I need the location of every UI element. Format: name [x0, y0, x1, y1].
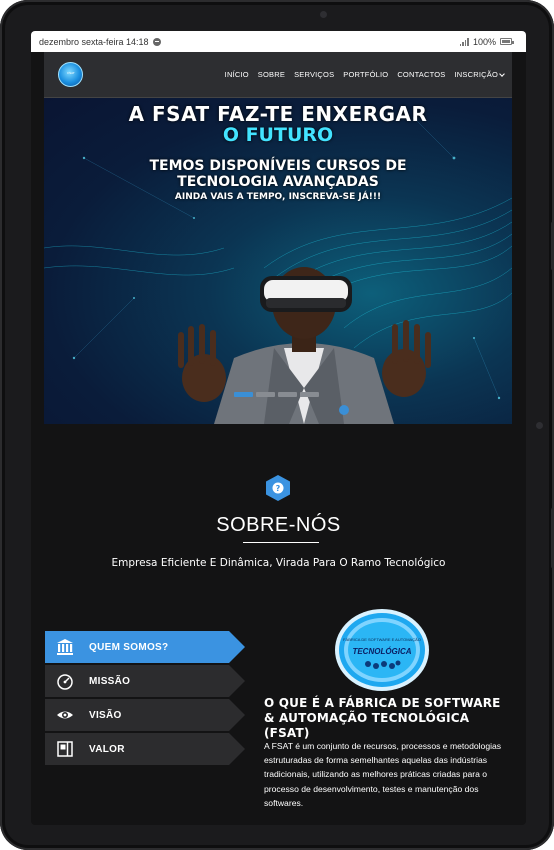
vr-person-image	[178, 267, 431, 424]
carousel-dot-4[interactable]	[300, 392, 319, 397]
hero-subtitle-line2: TECNOLOGIA AVANÇADAS	[177, 174, 379, 190]
layout-icon	[55, 739, 75, 759]
nav-inicio[interactable]: INÍCIO	[225, 70, 249, 79]
tab-visao[interactable]: VISÃO	[45, 699, 245, 731]
svg-text:?: ?	[276, 484, 281, 493]
nav-inscricao[interactable]: INSCRIÇÃO	[454, 70, 505, 79]
question-icon: ?	[266, 475, 290, 501]
tablet-frame: dezembro sexta-feira 14:18 100% FSAT INÍ…	[0, 0, 554, 850]
about-title: SOBRE-NÓS	[216, 514, 341, 536]
tab-valor[interactable]: VALOR	[45, 733, 245, 765]
scroll-top-icon[interactable]	[338, 404, 350, 416]
about-subtitle: Empresa Eficiente E Dinâmica, Virada Par…	[111, 557, 446, 569]
hero-subtitle: TEMOS DISPONÍVEIS CURSOS DE TECNOLOGIA A…	[44, 158, 512, 190]
chevron-down-icon	[499, 70, 505, 77]
battery-percent: 100%	[472, 36, 496, 47]
hero-subtitle-line1: TEMOS DISPONÍVEIS CURSOS DE	[149, 158, 407, 174]
hero-cta-text: AINDA VAIS A TEMPO, INSCREVA-SE JÁ!!!	[174, 192, 382, 202]
carousel-dot-2[interactable]	[256, 392, 275, 397]
main-nav: INÍCIO SOBRE SERVIÇOS PORTFÓLIO CONTACTO…	[225, 70, 505, 79]
notification-icon	[152, 37, 161, 46]
site-header: FSAT INÍCIO SOBRE SERVIÇOS PORTFÓLIO CON…	[44, 52, 512, 98]
eye-icon	[55, 705, 75, 725]
carousel-dot-3[interactable]	[278, 392, 297, 397]
site-logo[interactable]: FSAT	[58, 62, 83, 87]
content-text: A FSAT é um conjunto de recursos, proces…	[264, 741, 502, 808]
about-title-underline	[243, 542, 319, 543]
carousel-dot-1[interactable]	[234, 392, 253, 397]
tab-valor-label: VALOR	[89, 743, 125, 755]
screen: dezembro sexta-feira 14:18 100% FSAT INÍ…	[31, 31, 526, 825]
logo-text: FSAT	[67, 71, 75, 75]
tab-quem-somos[interactable]: QUEM SOMOS?	[45, 631, 245, 663]
gauge-icon	[55, 671, 75, 691]
nav-inscricao-label: INSCRIÇÃO	[454, 70, 498, 79]
nav-sobre[interactable]: SOBRE	[258, 70, 285, 79]
signal-icon	[459, 37, 469, 46]
tab-visao-label: VISÃO	[89, 709, 122, 721]
status-bar: dezembro sexta-feira 14:18 100%	[31, 31, 526, 52]
hero-title-line1: A FSAT FAZ-TE ENXERGAR	[128, 102, 428, 126]
hero-banner[interactable]: A FSAT FAZ-TE ENXERGAR O FUTURO TEMOS DI…	[44, 98, 512, 424]
carousel-indicators	[234, 392, 319, 397]
nav-servicos[interactable]: SERVIÇOS	[294, 70, 334, 79]
battery-icon	[500, 38, 514, 45]
content-title: O QUE É A FÁBRICA DE SOFTWARE & AUTOMAÇÃ…	[264, 696, 501, 740]
hero-title-line2: O FUTURO	[222, 124, 334, 146]
bank-icon	[55, 637, 75, 657]
badge-main-text: TECNOLÓGICA	[352, 647, 411, 656]
front-camera	[320, 11, 327, 18]
tab-quem-somos-label: QUEM SOMOS?	[89, 641, 169, 653]
nav-portfolio[interactable]: PORTFÓLIO	[343, 70, 388, 79]
badge-top-text: FÁBRICA DE SOFTWARE E AUTOMAÇÃO	[343, 637, 421, 642]
status-datetime: dezembro sexta-feira 14:18	[39, 36, 149, 47]
side-sensor	[536, 422, 543, 429]
fsat-badge-logo: FÁBRICA DE SOFTWARE E AUTOMAÇÃO TECNOLÓG…	[335, 609, 429, 691]
about-tabs: QUEM SOMOS? MISSÃO VISÃO VALOR	[45, 631, 245, 767]
nav-contactos[interactable]: CONTACTOS	[397, 70, 445, 79]
tab-missao-label: MISSÃO	[89, 675, 131, 687]
tab-missao[interactable]: MISSÃO	[45, 665, 245, 697]
